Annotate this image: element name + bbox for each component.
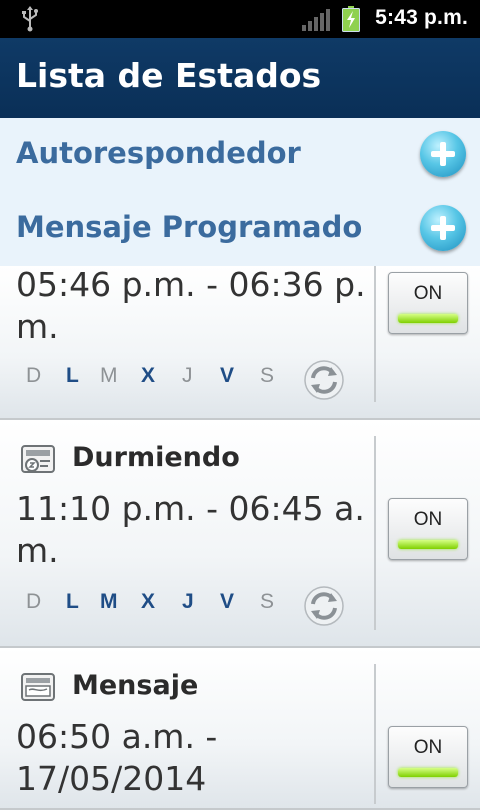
weekday: L bbox=[66, 364, 79, 387]
message-icon bbox=[21, 673, 55, 701]
section-autoresponder[interactable]: Autorespondedor bbox=[0, 118, 480, 194]
toggle-label: ON bbox=[413, 509, 443, 530]
sleep-profile-icon bbox=[21, 445, 55, 473]
repeat-icon bbox=[304, 586, 344, 626]
weekday: M bbox=[100, 590, 118, 613]
item-title: Durmiendo bbox=[72, 442, 240, 473]
weekday: M bbox=[100, 364, 118, 387]
weekday: V bbox=[220, 364, 235, 387]
status-time: 5:43 p.m. bbox=[375, 6, 468, 29]
page-title: Lista de Estados bbox=[16, 56, 322, 95]
weekday: X bbox=[141, 590, 156, 613]
add-autoresponder-button[interactable] bbox=[420, 131, 466, 177]
title-bar: Lista de Estados bbox=[0, 38, 480, 118]
weekday: X bbox=[141, 364, 156, 387]
list-item[interactable]: Mensaje 06:50 a.m. - 17/05/2014 ON bbox=[0, 648, 480, 810]
item-time-range: 11:10 p.m. - 06:45 a. m. bbox=[16, 489, 365, 570]
section-label: Mensaje Programado bbox=[16, 210, 363, 244]
weekday: J bbox=[182, 364, 193, 387]
toggle-label: ON bbox=[413, 283, 443, 304]
enable-toggle-button[interactable]: ON bbox=[388, 272, 468, 334]
item-time-range: 06:50 a.m. - 17/05/2014 bbox=[16, 717, 218, 798]
enable-toggle-button[interactable]: ON bbox=[388, 498, 468, 560]
toggle-label: ON bbox=[413, 737, 443, 758]
toggle-indicator bbox=[398, 768, 458, 777]
usb-icon bbox=[22, 6, 38, 32]
list-item[interactable]: 05:46 p.m. - 06:36 p. m. D L M X J V S O… bbox=[0, 266, 480, 420]
section-label: Autorespondedor bbox=[16, 136, 301, 170]
toggle-indicator bbox=[398, 540, 458, 549]
toggle-indicator bbox=[398, 314, 458, 323]
add-scheduled-message-button[interactable] bbox=[420, 205, 466, 251]
item-title: Mensaje bbox=[72, 670, 199, 701]
weekday: S bbox=[260, 364, 275, 387]
section-scheduled-message[interactable]: Mensaje Programado bbox=[0, 192, 480, 268]
enable-toggle-button[interactable]: ON bbox=[388, 726, 468, 788]
weekday: D bbox=[26, 364, 42, 387]
weekday: L bbox=[66, 590, 79, 613]
status-bar: 5:43 p.m. bbox=[0, 0, 480, 38]
battery-charging-icon bbox=[342, 6, 360, 32]
weekday: S bbox=[260, 590, 275, 613]
signal-icon bbox=[302, 9, 330, 31]
weekday: J bbox=[182, 590, 194, 613]
list-item[interactable]: Durmiendo 11:10 p.m. - 06:45 a. m. D L M… bbox=[0, 420, 480, 648]
weekday: D bbox=[26, 590, 42, 613]
weekday: V bbox=[220, 590, 235, 613]
repeat-icon bbox=[304, 360, 344, 400]
item-time-range: 05:46 p.m. - 06:36 p. m. bbox=[16, 266, 366, 346]
